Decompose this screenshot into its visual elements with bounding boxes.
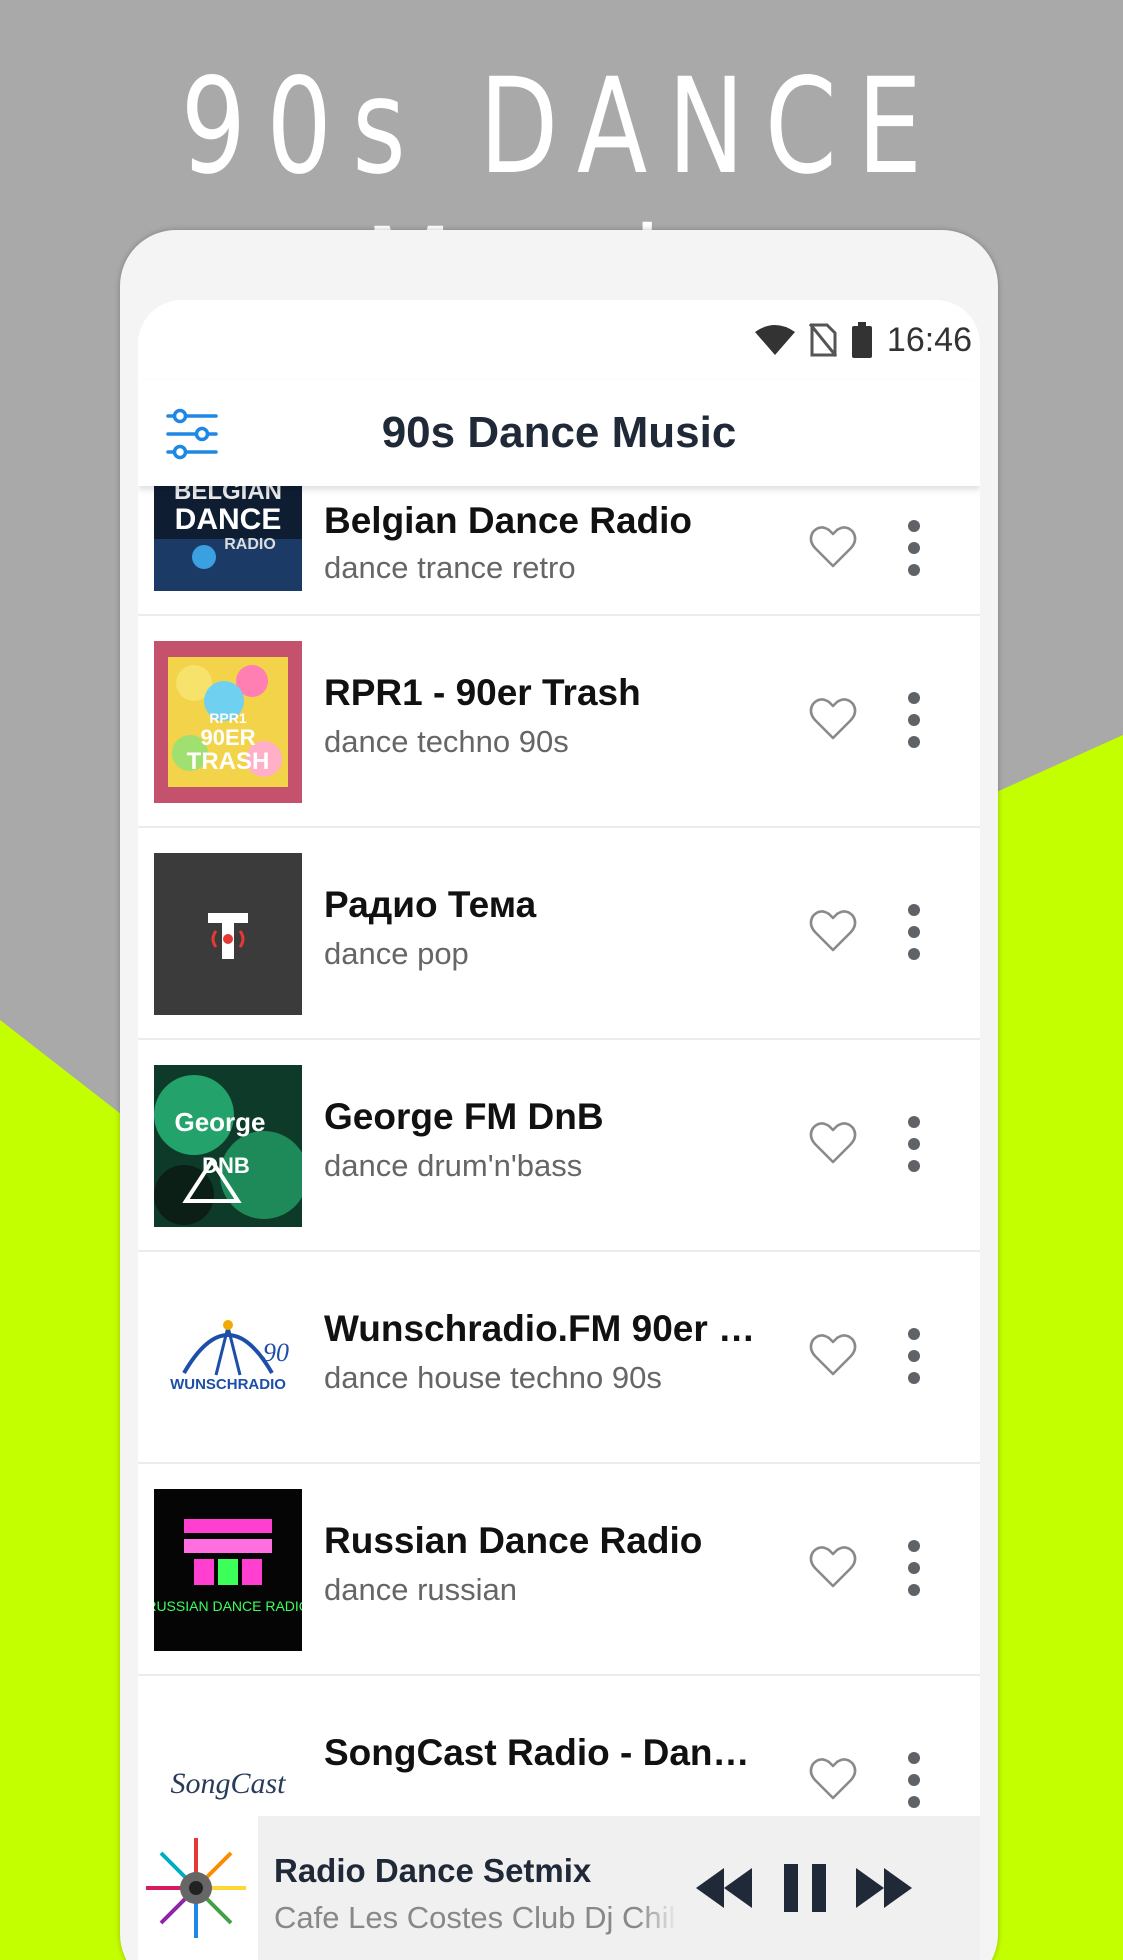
station-list[interactable]: BELGIAN DANCE RADIO Belgian Dance Radio … [138, 486, 980, 1816]
station-tags: dance russian [324, 1572, 518, 1607]
heart-icon[interactable] [808, 522, 858, 572]
station-name: Wunschradio.FM 90er Dance [324, 1308, 764, 1349]
now-playing-artwork [138, 1816, 258, 1960]
station-name: Russian Dance Radio [324, 1520, 703, 1561]
station-row[interactable]: BELGIAN DANCE RADIO Belgian Dance Radio … [138, 486, 980, 616]
phone-screen: 16:46 90s Dance Music BELGIAN DANCE RADI… [138, 300, 980, 1960]
station-row[interactable]: George DNB George FM DnB dance drum'n'ba… [138, 1040, 980, 1252]
station-row[interactable]: SongCast SongCast Radio - Dance an... [138, 1676, 980, 1816]
now-playing-subtitle: Cafe Les Costes Club Dj Chill [274, 1900, 674, 1935]
station-tags: dance house techno 90s [324, 1360, 662, 1395]
station-tags: dance trance retro [324, 550, 576, 585]
station-name: RPR1 - 90er Trash [324, 672, 641, 713]
station-tags: dance pop [324, 936, 469, 971]
more-vert-icon[interactable] [902, 902, 926, 962]
station-name: SongCast Radio - Dance an... [324, 1732, 764, 1773]
svg-text:TRASH: TRASH [187, 748, 270, 775]
heart-icon[interactable] [808, 1542, 858, 1592]
now-playing-title: Radio Dance Setmix [274, 1852, 592, 1889]
svg-text:George: George [174, 1107, 265, 1137]
rewind-icon[interactable] [694, 1860, 754, 1916]
sliders-icon[interactable] [164, 406, 220, 462]
app-bar: 90s Dance Music [138, 380, 980, 486]
station-tags: dance drum'n'bass [324, 1148, 583, 1183]
station-logo-tema [154, 853, 302, 1015]
status-time: 16:46 [886, 320, 972, 359]
heart-icon[interactable] [808, 1754, 858, 1804]
station-logo-george: George DNB [154, 1065, 302, 1227]
svg-text:SongCast: SongCast [170, 1767, 286, 1800]
station-name: George FM DnB [324, 1096, 604, 1137]
svg-text:90ER: 90ER [200, 725, 255, 750]
station-logo-belgian: BELGIAN DANCE RADIO [154, 486, 302, 591]
heart-icon[interactable] [808, 1118, 858, 1168]
more-vert-icon[interactable] [902, 1750, 926, 1810]
more-vert-icon[interactable] [902, 1538, 926, 1598]
station-logo-songcast: SongCast [154, 1701, 302, 1816]
heart-icon[interactable] [808, 906, 858, 956]
station-logo-rpr1: RPR1 90ER TRASH [154, 641, 302, 803]
more-vert-icon[interactable] [902, 1114, 926, 1174]
now-playing-bar[interactable]: Radio Dance Setmix Cafe Les Costes Club … [138, 1816, 980, 1960]
station-logo-russian: RUSSIAN DANCE RADIO [154, 1489, 302, 1651]
svg-text:90: 90 [263, 1338, 289, 1367]
station-row[interactable]: RUSSIAN DANCE RADIO Russian Dance Radio … [138, 1464, 980, 1676]
station-tags: dance techno 90s [324, 724, 569, 759]
no-sim-icon [808, 323, 837, 357]
heart-icon[interactable] [808, 1330, 858, 1380]
heart-icon[interactable] [808, 694, 858, 744]
more-vert-icon[interactable] [902, 1326, 926, 1386]
station-row[interactable]: 90 WUNSCHRADIO Wunschradio.FM 90er Dance… [138, 1252, 980, 1464]
wifi-icon [754, 325, 795, 355]
svg-text:DANCE: DANCE [175, 503, 282, 536]
svg-text:DNB: DNB [202, 1153, 250, 1178]
pause-icon[interactable] [778, 1860, 834, 1916]
fast-forward-icon[interactable] [854, 1860, 914, 1916]
more-vert-icon[interactable] [902, 690, 926, 750]
svg-text:RADIO: RADIO [224, 536, 276, 553]
svg-text:WUNSCHRADIO: WUNSCHRADIO [170, 1376, 286, 1393]
status-bar: 16:46 [138, 300, 980, 380]
more-vert-icon[interactable] [902, 518, 926, 578]
station-name: Радио Тема [324, 884, 537, 925]
app-title: 90s Dance Music [381, 408, 737, 457]
battery-icon [851, 322, 872, 358]
station-name: Belgian Dance Radio [324, 500, 693, 541]
station-row[interactable]: Радио Тема dance pop [138, 828, 980, 1040]
station-row[interactable]: RPR1 90ER TRASH RPR1 - 90er Trash dance … [138, 616, 980, 828]
station-logo-wunschradio: 90 WUNSCHRADIO [154, 1277, 302, 1439]
svg-text:RUSSIAN DANCE RADIO: RUSSIAN DANCE RADIO [154, 1598, 302, 1614]
subtitle-fade [638, 1896, 678, 1938]
svg-text:RPR1: RPR1 [209, 710, 247, 726]
